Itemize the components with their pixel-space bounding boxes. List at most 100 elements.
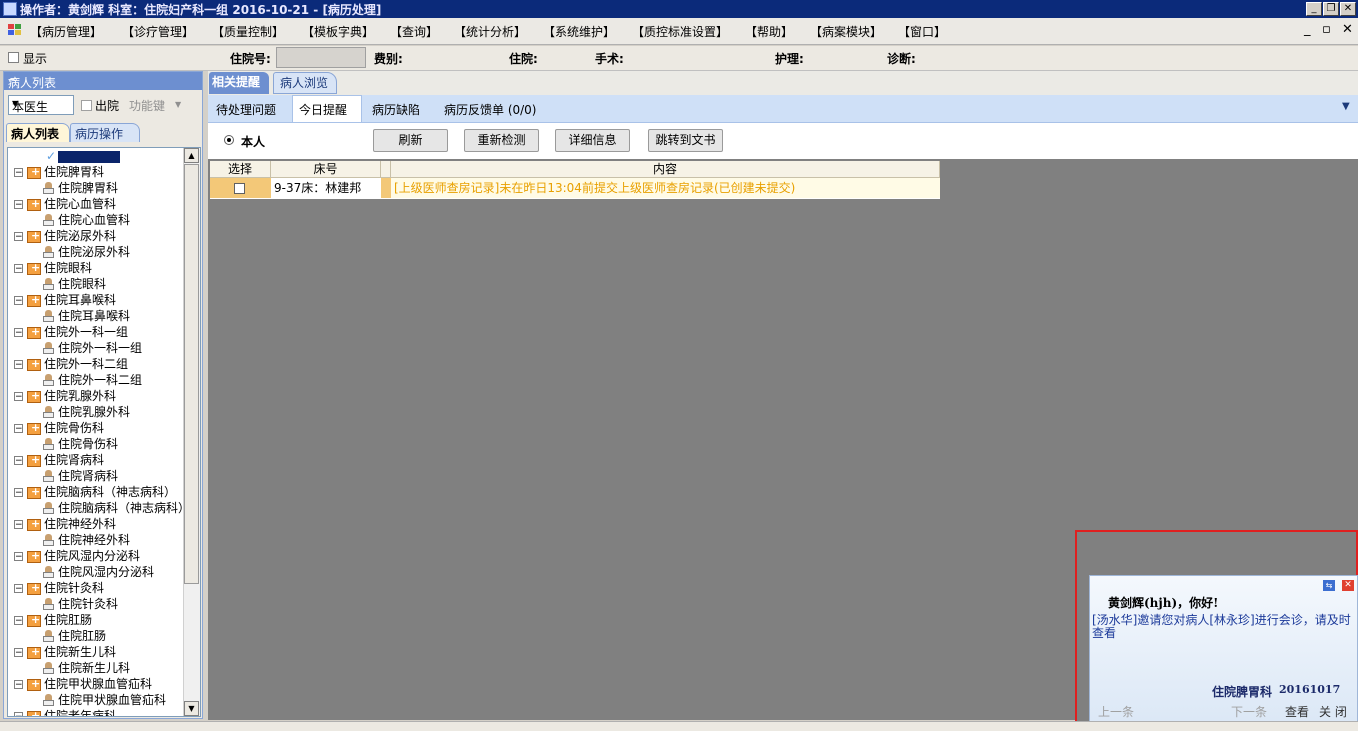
mdi-minimize-button[interactable]: _ — [1304, 22, 1311, 37]
chevron-down-icon: ▼ — [12, 99, 19, 108]
department-icon — [27, 292, 41, 308]
show-checkbox[interactable] — [8, 52, 19, 63]
tree-doctor-label: 住院骨伤科 — [58, 437, 119, 451]
window-minimize-button[interactable]: _ — [1306, 2, 1322, 16]
menu-statistics[interactable]: 【统计分析】 — [454, 23, 526, 40]
notification-popup: ⇆ ✕ 黄剑辉(hjh)，你好! [汤水华]邀请您对病人[林永珍]进行会诊，请及… — [1089, 575, 1358, 722]
collapse-icon[interactable]: − — [14, 456, 23, 466]
tree-doctor-label: 住院泌尿外科 — [58, 245, 131, 259]
row-checkbox[interactable] — [234, 183, 245, 194]
popup-view-link[interactable]: 查看 — [1285, 703, 1309, 720]
inpatient-no-field[interactable] — [276, 47, 366, 68]
tree-dept-label: 住院神经外科 — [44, 517, 117, 531]
function-key-dropdown[interactable]: 功能键 — [129, 97, 165, 114]
collapse-icon[interactable]: − — [14, 584, 23, 594]
tree-dept-label: 住院心血管科 — [44, 197, 117, 211]
menu-record-management[interactable]: 【病历管理】 — [30, 23, 102, 40]
collapse-icon[interactable]: − — [14, 616, 23, 626]
app-menu-icon[interactable] — [8, 24, 21, 36]
collapse-icon[interactable]: − — [14, 488, 23, 498]
department-icon — [27, 260, 41, 276]
collapse-icon[interactable]: − — [14, 264, 23, 274]
pin-icon[interactable]: ⊸ — [8, 73, 198, 86]
doctor-icon — [42, 630, 55, 642]
mdi-restore-button[interactable]: ▫ — [1322, 22, 1331, 37]
collapse-icon[interactable]: − — [14, 360, 23, 370]
tab-related-reminders[interactable]: 相关提醒 — [209, 72, 269, 94]
inpatient-label: 住院: — [509, 52, 538, 66]
details-button[interactable]: 详细信息 — [555, 129, 630, 152]
department-icon — [27, 676, 41, 692]
collapse-icon[interactable]: − — [14, 392, 23, 402]
tab-record-operation[interactable]: 病历操作 — [70, 123, 140, 142]
department-icon — [27, 548, 41, 564]
tree-selected-item[interactable]: ✓ — [46, 148, 121, 164]
menu-query[interactable]: 【查询】 — [390, 23, 438, 40]
tree-dept-label: 住院外一科一组 — [44, 325, 129, 339]
popup-prev-link[interactable]: 上一条 — [1098, 703, 1134, 720]
collapse-icon[interactable]: − — [14, 424, 23, 434]
collapse-icon[interactable]: − — [14, 712, 23, 716]
col-bed-header[interactable]: 床号 — [271, 161, 381, 178]
doctor-icon — [42, 438, 55, 450]
row-content-cell[interactable]: [上级医师查房记录]未在昨日13:04前提交上级医师查房记录(已创建未提交) — [391, 178, 940, 198]
scroll-up-icon[interactable]: ▲ — [184, 148, 199, 163]
popup-close-link[interactable]: 关 闭 — [1319, 703, 1347, 720]
popup-next-link[interactable]: 下一条 — [1231, 703, 1267, 720]
col-content-header[interactable]: 内容 — [391, 161, 940, 178]
menu-qc-standard-settings[interactable]: 【质控标准设置】 — [632, 23, 728, 40]
collapse-icon[interactable]: − — [14, 296, 23, 306]
tab-patient-list[interactable]: 病人列表 — [6, 123, 70, 142]
self-radio-label: 本人 — [241, 135, 266, 149]
doctor-icon — [42, 374, 55, 386]
self-radio[interactable] — [224, 135, 234, 145]
collapse-icon[interactable]: − — [14, 328, 23, 338]
tree-doctor-label: 住院甲状腺血管疝科 — [58, 693, 167, 707]
menu-help[interactable]: 【帮助】 — [745, 23, 793, 40]
recheck-button[interactable]: 重新检测 — [464, 129, 539, 152]
collapse-icon[interactable]: − — [14, 648, 23, 658]
department-icon — [27, 356, 41, 372]
window-close-button[interactable]: ✕ — [1340, 2, 1356, 16]
surgery-label: 手术: — [595, 52, 624, 66]
tab-record-defects[interactable]: 病历缺陷 — [372, 101, 420, 118]
scroll-down-icon[interactable]: ▼ — [184, 701, 199, 716]
menu-template-dictionary[interactable]: 【模板字典】 — [302, 23, 374, 40]
panel-header: 病人列表 ⊸ — [4, 72, 202, 90]
collapse-icon[interactable]: − — [14, 168, 23, 178]
scroll-thumb[interactable] — [184, 164, 199, 584]
doctor-select[interactable]: 本医生 ▼ — [8, 95, 74, 115]
jump-to-document-button[interactable]: 跳转到文书 — [648, 129, 723, 152]
sub-tabs: 待处理问题 今日提醒 病历缺陷 病历反馈单 (0/0) ▼ — [208, 95, 1358, 123]
mdi-close-button[interactable]: ✕ — [1342, 22, 1353, 37]
col-select-header[interactable]: 选择 — [210, 161, 271, 178]
menu-case-module[interactable]: 【病案模块】 — [810, 23, 882, 40]
tree-doctor-label: 住院针灸科 — [58, 597, 119, 611]
show-label: 显示 — [23, 52, 48, 66]
window-restore-button[interactable]: ❐ — [1323, 2, 1339, 16]
menu-window[interactable]: 【窗口】 — [898, 23, 946, 40]
popup-close-icon[interactable]: ✕ — [1342, 580, 1354, 591]
tab-pending-issues[interactable]: 待处理问题 — [216, 101, 276, 118]
row-bed-cell[interactable]: 9-37床：林建邦 — [271, 178, 381, 198]
tree-scrollbar[interactable]: ▲ ▼ — [183, 148, 200, 716]
menu-system-maintenance[interactable]: 【系统维护】 — [543, 23, 615, 40]
menu-diagnosis-management[interactable]: 【诊疗管理】 — [122, 23, 194, 40]
tab-today-reminders[interactable]: 今日提醒 — [299, 101, 347, 118]
doctor-icon — [42, 694, 55, 706]
tab-patient-browse[interactable]: 病人浏览 — [273, 72, 337, 94]
doctor-icon — [42, 246, 55, 258]
collapse-icon[interactable]: − — [14, 200, 23, 210]
collapse-icon[interactable]: − — [14, 232, 23, 242]
collapse-icon[interactable]: − — [14, 552, 23, 562]
collapse-icon[interactable]: − — [14, 520, 23, 530]
doctor-icon — [42, 214, 55, 226]
tree-dept-label: 住院风湿内分泌科 — [44, 549, 141, 563]
refresh-button[interactable]: 刷新 — [373, 129, 448, 152]
tab-feedback-sheet[interactable]: 病历反馈单 (0/0) — [444, 101, 537, 118]
collapse-icon[interactable]: − — [14, 680, 23, 690]
popup-pin-icon[interactable]: ⇆ — [1323, 580, 1335, 591]
tabs-dropdown-icon[interactable]: ▼ — [1342, 101, 1350, 112]
menu-quality-control[interactable]: 【质量控制】 — [212, 23, 284, 40]
discharge-checkbox[interactable] — [81, 100, 92, 111]
